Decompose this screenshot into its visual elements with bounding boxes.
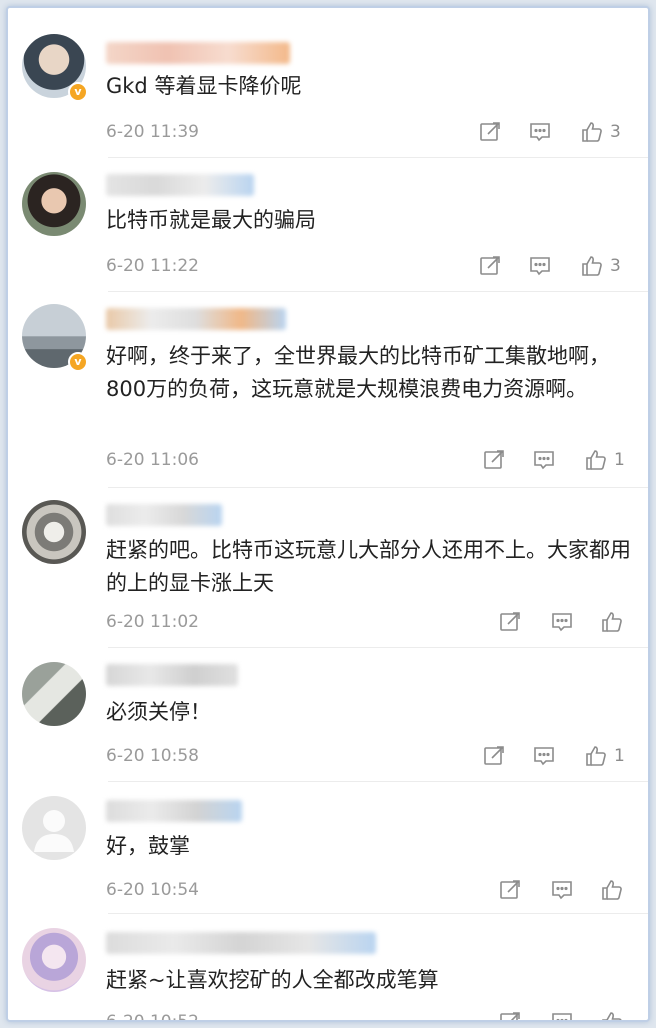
- comment-time: 6-20 10:54: [106, 880, 199, 900]
- comment-icon: [534, 451, 554, 470]
- reply-button[interactable]: [550, 1010, 574, 1020]
- comment-time: 6-20 11:06: [106, 450, 199, 470]
- comment-time: 6-20 11:22: [106, 256, 199, 276]
- thumbs-up-icon: [582, 122, 602, 142]
- comment-icon: [552, 1013, 572, 1020]
- share-icon: [484, 450, 504, 469]
- share-button[interactable]: [478, 254, 502, 278]
- comment-time: 6-20 11:39: [106, 122, 199, 142]
- comment-text: 好啊，终于来了，全世界最大的比特币矿工集散地啊，800万的负荷，这玩意就是大规模…: [106, 344, 610, 401]
- comment-time: 6-20 10:52: [106, 1012, 199, 1022]
- comment-item: 必须关停！ 6-20 10:58 1: [8, 648, 648, 782]
- reply-button[interactable]: [550, 610, 574, 634]
- thumbs-up-icon: [602, 1012, 622, 1020]
- like-count: 3: [610, 122, 621, 142]
- avatar[interactable]: [22, 796, 86, 860]
- comment-text: 好，鼓掌: [106, 834, 190, 858]
- comment-text: Gkd 等着显卡降价呢: [106, 74, 302, 98]
- verified-badge: v: [68, 82, 88, 102]
- comment-text: 赶紧的吧。比特币这玩意儿大部分人还用不上。大家都用的上的显卡涨上天: [106, 538, 631, 595]
- like-count: 3: [610, 256, 621, 276]
- share-icon: [500, 880, 520, 899]
- share-icon: [500, 612, 520, 631]
- comment-item: v 好啊，终于来了，全世界最大的比特币矿工集散地啊，800万的负荷，这玩意就是大…: [8, 292, 648, 488]
- comment-icon: [552, 613, 572, 632]
- thumbs-up-icon: [602, 880, 622, 900]
- share-button[interactable]: [478, 120, 502, 144]
- like-count: 1: [614, 450, 625, 470]
- like-button[interactable]: 3: [580, 120, 621, 144]
- comment-item: v Gkd 等着显卡降价呢 6-20 11:39 3: [8, 8, 648, 158]
- share-button[interactable]: [498, 610, 522, 634]
- comment-time: 6-20 10:58: [106, 746, 199, 766]
- share-button[interactable]: [482, 448, 506, 472]
- reply-button[interactable]: [528, 120, 552, 144]
- thumbs-up-icon: [586, 450, 606, 470]
- share-icon: [480, 122, 500, 141]
- username-blurred[interactable]: [106, 308, 286, 330]
- share-icon: [484, 746, 504, 765]
- like-button[interactable]: [600, 610, 630, 634]
- thumbs-up-icon: [602, 612, 622, 632]
- default-avatar-icon: [34, 810, 74, 852]
- avatar[interactable]: [22, 662, 86, 726]
- username-blurred[interactable]: [106, 800, 242, 822]
- like-button[interactable]: 1: [584, 448, 625, 472]
- share-button[interactable]: [498, 1010, 522, 1020]
- comment-list: v Gkd 等着显卡降价呢 6-20 11:39 3 比特币就是最大的骗局 6-…: [6, 6, 650, 1022]
- thumbs-up-icon: [582, 256, 602, 276]
- share-icon: [480, 256, 500, 275]
- username-blurred[interactable]: [106, 664, 238, 686]
- comment-icon: [552, 881, 572, 900]
- share-icon: [500, 1012, 520, 1020]
- username-blurred[interactable]: [106, 174, 254, 196]
- reply-button[interactable]: [528, 254, 552, 278]
- thumbs-up-icon: [586, 746, 606, 766]
- comment-item: 比特币就是最大的骗局 6-20 11:22 3: [8, 158, 648, 292]
- comment-icon: [534, 747, 554, 766]
- verified-badge: v: [68, 352, 88, 372]
- comment-text: 赶紧~让喜欢挖矿的人全都改成笔算: [106, 968, 439, 992]
- like-count: 1: [614, 746, 625, 766]
- like-button[interactable]: 3: [580, 254, 621, 278]
- comment-item: 赶紧的吧。比特币这玩意儿大部分人还用不上。大家都用的上的显卡涨上天 6-20 1…: [8, 488, 648, 648]
- share-button[interactable]: [498, 878, 522, 902]
- avatar[interactable]: [22, 172, 86, 236]
- like-button[interactable]: [600, 1010, 630, 1020]
- avatar[interactable]: [22, 500, 86, 564]
- comment-time: 6-20 11:02: [106, 612, 199, 632]
- comment-icon: [530, 257, 550, 276]
- comment-text: 比特币就是最大的骗局: [106, 208, 316, 232]
- comment-item: 好，鼓掌 6-20 10:54: [8, 782, 648, 914]
- reply-button[interactable]: [532, 744, 556, 768]
- reply-button[interactable]: [550, 878, 574, 902]
- like-button[interactable]: [600, 878, 630, 902]
- username-blurred[interactable]: [106, 504, 222, 526]
- username-blurred[interactable]: [106, 42, 290, 64]
- reply-button[interactable]: [532, 448, 556, 472]
- comment-item: 赶紧~让喜欢挖矿的人全都改成笔算 6-20 10:52: [8, 914, 648, 1022]
- like-button[interactable]: 1: [584, 744, 625, 768]
- avatar[interactable]: [22, 928, 86, 992]
- comment-icon: [530, 123, 550, 142]
- share-button[interactable]: [482, 744, 506, 768]
- comment-text: 必须关停！: [106, 700, 211, 724]
- username-blurred[interactable]: [106, 932, 376, 954]
